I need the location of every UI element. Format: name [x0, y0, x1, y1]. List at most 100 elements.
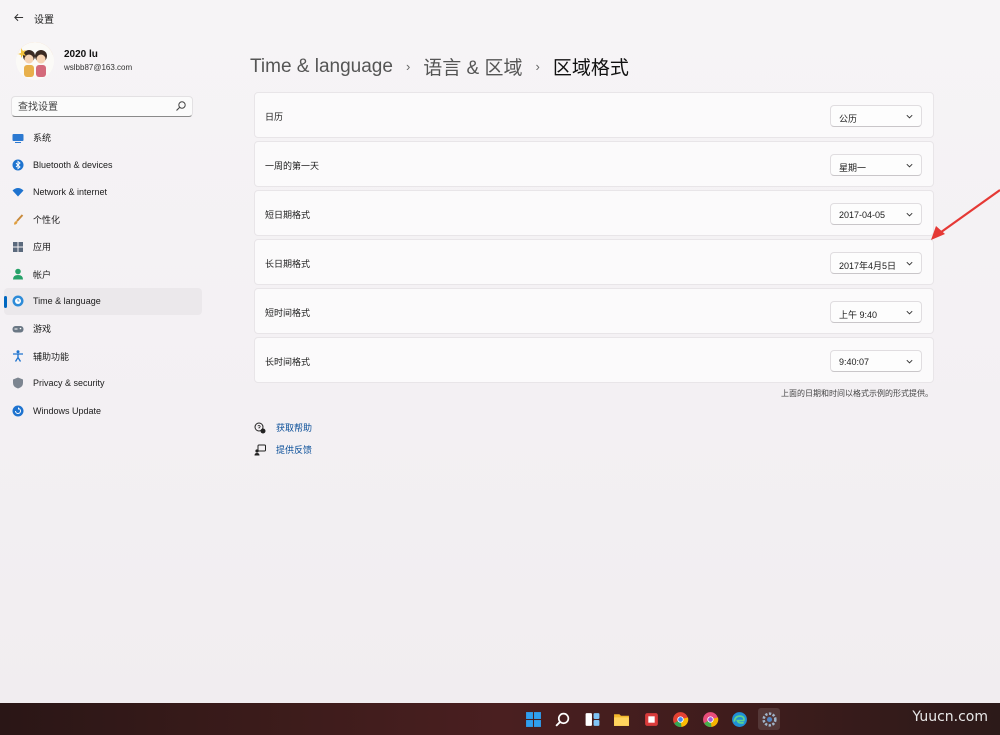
calendar-dropdown[interactable]: 公历	[830, 105, 922, 127]
edge-button[interactable]	[729, 708, 751, 730]
setting-label: 一周的第一天	[265, 161, 320, 171]
chevron-down-icon	[906, 212, 913, 217]
back-arrow-icon	[13, 13, 23, 21]
sidebar-item-network[interactable]: Network & internet	[4, 179, 202, 206]
sidebar-item-label: Privacy & security	[33, 378, 105, 389]
search-icon	[555, 712, 570, 727]
get-help-label: 获取帮助	[276, 423, 313, 433]
chevron-down-icon	[906, 359, 913, 364]
task-view-icon	[585, 712, 599, 726]
chevron-right-icon: ›	[535, 59, 540, 74]
shield-icon	[12, 377, 24, 389]
short-time-dropdown[interactable]: 上午 9:40	[830, 301, 922, 323]
chevron-down-icon	[906, 163, 913, 168]
office-app-button[interactable]	[640, 708, 662, 730]
bluetooth-icon	[12, 159, 24, 171]
sidebar-item-gaming[interactable]: 游戏	[4, 315, 202, 342]
office-icon	[644, 712, 658, 726]
user-name: 2020 lu	[64, 49, 98, 60]
dropdown-value: 2017年4月5日	[839, 261, 897, 271]
short-date-dropdown[interactable]: 2017-04-05	[830, 203, 922, 225]
file-explorer-button[interactable]	[611, 708, 633, 730]
sidebar-item-label: 系统	[33, 133, 52, 144]
setting-label: 短时间格式	[265, 308, 311, 318]
sidebar-item-label: Time & language	[33, 296, 101, 307]
sidebar-item-accounts[interactable]: 帐户	[4, 260, 202, 287]
globe-clock-icon	[12, 295, 24, 307]
first-day-dropdown[interactable]: 星期一	[830, 154, 922, 176]
sidebar-item-label: 帐户	[33, 269, 52, 280]
dropdown-value: 星期一	[839, 163, 867, 173]
chrome-canary-button[interactable]	[699, 708, 721, 730]
get-help-link[interactable]: 获取帮助	[254, 421, 312, 434]
accessibility-icon	[12, 350, 24, 362]
settings-list: 日历 公历 一周的第一天 星期一 短日期格式 2017-04-05 长日期格式 …	[254, 92, 934, 386]
chrome-icon	[673, 711, 689, 727]
breadcrumb-time-language[interactable]: Time & language	[250, 56, 393, 78]
task-view-button[interactable]	[581, 708, 603, 730]
sidebar-item-time-language[interactable]: Time & language	[4, 287, 202, 316]
sidebar-item-label: 个性化	[33, 215, 61, 226]
watermark: Yuucn.com	[912, 709, 988, 725]
setting-row-calendar: 日历 公历	[254, 92, 934, 138]
dropdown-value: 9:40:07	[839, 357, 870, 367]
update-icon	[12, 405, 24, 417]
start-button[interactable]	[522, 708, 544, 730]
chrome-button[interactable]	[670, 708, 692, 730]
settings-taskbar-button[interactable]	[758, 708, 780, 730]
back-button[interactable]	[8, 7, 28, 27]
sidebar-item-label: Network & internet	[33, 187, 108, 198]
sidebar-item-label: 游戏	[33, 324, 52, 335]
taskbar-search-button[interactable]	[552, 708, 574, 730]
sidebar-item-label: Windows Update	[33, 405, 102, 416]
setting-label: 日历	[265, 112, 284, 122]
edge-icon	[732, 711, 747, 727]
file-explorer-icon	[614, 713, 629, 726]
sidebar-item-label: 应用	[33, 242, 52, 253]
monitor-icon	[12, 132, 24, 144]
sidebar-item-privacy[interactable]: Privacy & security	[4, 370, 202, 397]
taskbar: Yuucn.com	[0, 703, 1000, 735]
sidebar-item-apps[interactable]: 应用	[4, 233, 202, 260]
long-date-dropdown[interactable]: 2017年4月5日	[830, 252, 922, 274]
setting-row-first-day-of-week: 一周的第一天 星期一	[254, 141, 934, 187]
user-email: wslbb87@163.com	[64, 63, 133, 72]
gamepad-icon	[12, 323, 24, 335]
breadcrumb: Time & language › 语言 & 区域 › 区域格式	[250, 53, 629, 80]
setting-label: 长时间格式	[265, 357, 311, 367]
sidebar-item-windows-update[interactable]: Windows Update	[4, 397, 202, 424]
title-bar: 设置	[0, 0, 1000, 34]
give-feedback-label: 提供反馈	[276, 445, 313, 455]
sidebar-item-personalization[interactable]: 个性化	[4, 206, 202, 233]
settings-window: 设置 2020 lu wslbb87@163.com 系统 Bluetooth …	[0, 0, 1000, 703]
chevron-down-icon	[906, 114, 913, 119]
chrome-canary-icon	[702, 711, 718, 727]
app-title: 设置	[34, 15, 54, 26]
dropdown-value: 2017-04-05	[839, 210, 886, 220]
sidebar-item-label: 辅助功能	[33, 351, 70, 362]
give-feedback-link[interactable]: 提供反馈	[254, 443, 312, 456]
help-chat-icon	[254, 422, 266, 433]
dropdown-value: 公历	[839, 114, 858, 124]
setting-row-long-date: 长日期格式 2017年4月5日	[254, 239, 934, 285]
sidebar-item-accessibility[interactable]: 辅助功能	[4, 342, 202, 369]
breadcrumb-language-region[interactable]: 语言 & 区域	[423, 53, 522, 80]
windows-start-icon	[525, 711, 541, 727]
settings-icon	[761, 711, 777, 727]
setting-label: 短日期格式	[265, 210, 311, 220]
format-footnote: 上面的日期和时间以格式示例的形式提供。	[781, 389, 933, 398]
long-time-dropdown[interactable]: 9:40:07	[830, 350, 922, 372]
sidebar-item-bluetooth[interactable]: Bluetooth & devices	[4, 151, 202, 178]
chevron-down-icon	[906, 261, 913, 266]
search-input[interactable]	[18, 100, 168, 114]
search-icon[interactable]	[175, 100, 187, 112]
avatar[interactable]	[16, 42, 54, 80]
dropdown-value: 上午 9:40	[839, 310, 878, 320]
setting-row-short-time: 短时间格式 上午 9:40	[254, 288, 934, 334]
setting-row-short-date: 短日期格式 2017-04-05	[254, 190, 934, 236]
sidebar-nav: 系统 Bluetooth & devices Network & interne…	[4, 124, 202, 424]
sidebar-item-system[interactable]: 系统	[4, 124, 202, 151]
setting-label: 长日期格式	[265, 259, 311, 269]
sidebar-item-label: Bluetooth & devices	[33, 159, 113, 170]
search-box[interactable]	[11, 96, 193, 117]
